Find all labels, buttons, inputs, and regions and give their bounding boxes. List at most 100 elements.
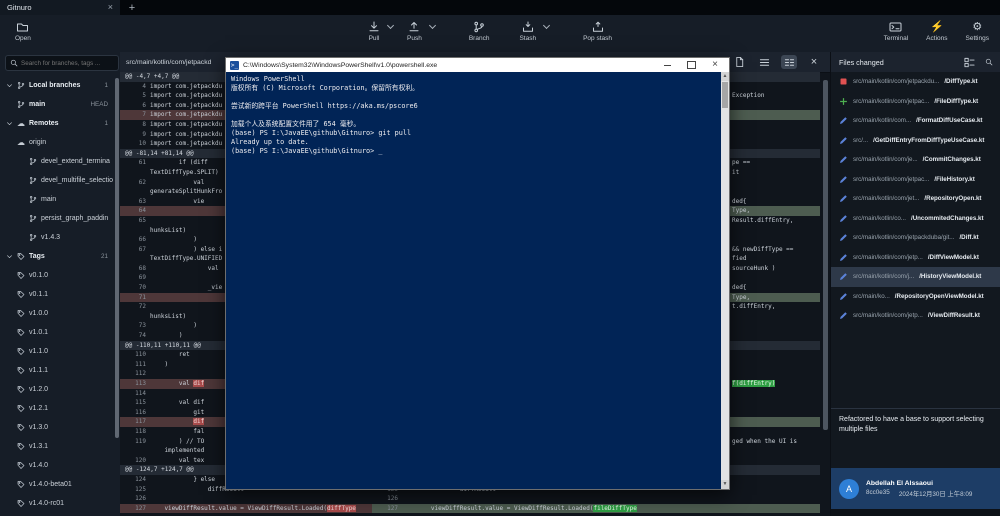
file-changed-filehistory-kt[interactable]: src/main/kotlin/com/jetpac.../FileHistor…: [831, 170, 1000, 190]
sidebar-search[interactable]: [5, 55, 119, 71]
console-line: Windows PowerShell: [231, 75, 721, 84]
toolbar-button-actions[interactable]: ⚡Actions: [923, 21, 950, 42]
dropdown-chevron-icon[interactable]: [429, 23, 436, 30]
split-view-icon[interactable]: [781, 55, 797, 69]
branch-icon: [29, 233, 37, 242]
toolbar-button-pop-stash[interactable]: Pop stash: [580, 21, 615, 42]
cloud-icon: ☁: [17, 120, 25, 128]
added-file-icon: [839, 97, 848, 106]
powershell-icon: >_: [230, 61, 239, 70]
sidebar-item-origin[interactable]: ☁origin: [0, 133, 114, 152]
chevron-down-icon[interactable]: [5, 120, 13, 127]
commit-author-row[interactable]: A Abdellah El Alssaoui 8cc0e35 2024年12月3…: [831, 468, 1000, 509]
new-tab-button[interactable]: +: [121, 0, 143, 15]
tab-close-icon[interactable]: ×: [108, 3, 113, 12]
console-line: 版权所有 (C) Microsoft Corporation。保留所有权利。: [231, 84, 721, 93]
file-changed-repositoryopen-kt[interactable]: src/main/kotlin/com/jet.../RepositoryOpe…: [831, 189, 1000, 209]
file-changed-getdiffentryfromdifftypeusecase-kt[interactable]: src/.../GetDiffEntryFromDiffTypeUseCase.…: [831, 131, 1000, 151]
sidebar-item-remotes[interactable]: ☁Remotes1: [0, 114, 114, 133]
chevron-down-icon[interactable]: [5, 82, 13, 89]
scroll-up-icon[interactable]: ▲: [721, 72, 729, 81]
pull-icon: [368, 21, 380, 33]
author-name: Abdellah El Alssaoui: [866, 480, 972, 487]
dropdown-chevron-icon[interactable]: [387, 23, 394, 30]
item-label: devel_multifile_selectio: [41, 177, 113, 184]
sidebar-item-main[interactable]: main: [0, 190, 114, 209]
powershell-title-bar[interactable]: >_ C:\Windows\System32\WindowsPowerShell…: [226, 58, 729, 72]
item-label: persist_graph_paddin: [41, 215, 108, 222]
sidebar-item-persist-graph-paddin[interactable]: persist_graph_paddin: [0, 209, 114, 228]
file-changed-diffviewmodel-kt[interactable]: src/main/kotlin/com/jetp.../DiffViewMode…: [831, 248, 1000, 268]
powershell-window[interactable]: >_ C:\Windows\System32\WindowsPowerShell…: [225, 57, 730, 490]
chevron-down-icon[interactable]: [5, 253, 13, 260]
file-changed-uncommitedchanges-kt[interactable]: src/main/kotlin/co.../UncommitedChanges.…: [831, 209, 1000, 229]
toolbar-button-stash[interactable]: Stash: [516, 21, 539, 42]
toolbar-button-terminal[interactable]: Terminal: [881, 21, 912, 42]
powershell-scrollbar[interactable]: ▲ ▼: [721, 72, 729, 489]
toolbar-button-settings[interactable]: ⚙Settings: [963, 21, 993, 42]
file-changed-formatdiffusecase-kt[interactable]: src/main/kotlin/com.../FormatDiffUseCase…: [831, 111, 1000, 131]
code-text: ) else i: [150, 245, 222, 255]
item-count: 1: [104, 120, 114, 127]
scrollbar-thumb[interactable]: [722, 82, 728, 108]
select-multiple-icon[interactable]: [964, 57, 975, 68]
sidebar-item-v0-1-1[interactable]: v0.1.1: [0, 285, 114, 304]
dropdown-chevron-icon[interactable]: [543, 23, 550, 30]
sidebar-item-devel-extend-termina[interactable]: devel_extend_termina: [0, 152, 114, 171]
close-button[interactable]: ×: [705, 58, 725, 72]
file-changed-historyviewmodel-kt[interactable]: src/main/kotlin/com/j.../HistoryViewMode…: [831, 267, 1000, 287]
diff-scrollbar[interactable]: [823, 80, 828, 430]
file-changed-diff-kt[interactable]: src/main/kotlin/com/jetpackduba/git.../D…: [831, 228, 1000, 248]
file-path: src/main/kotlin/com/jet...: [853, 195, 919, 202]
toolbar-button-push[interactable]: Push: [404, 21, 425, 42]
unified-view-icon[interactable]: [756, 55, 772, 69]
powershell-console[interactable]: Windows PowerShell版权所有 (C) Microsoft Cor…: [226, 72, 721, 489]
sidebar-item-v1-4-0-beta01[interactable]: v1.4.0-beta01: [0, 475, 114, 494]
minimize-button[interactable]: [657, 58, 677, 72]
sidebar-item-v1-2-1[interactable]: v1.2.1: [0, 399, 114, 418]
code-text: implemented: [150, 446, 204, 456]
sidebar-scrollbar[interactable]: [115, 78, 119, 438]
sidebar-item-local-branches[interactable]: Local branches1: [0, 76, 114, 95]
search-input[interactable]: [21, 60, 114, 67]
tag-icon: [17, 328, 25, 337]
sidebar-item-v1-4-3[interactable]: v1.4.3: [0, 228, 114, 247]
sidebar-item-main[interactable]: mainHEAD: [0, 95, 114, 114]
main-toolbar: Open Pull Push Branch Stash Pop stash Termin…: [0, 15, 1000, 53]
search-files-icon[interactable]: [985, 58, 993, 66]
modified-file-icon: [839, 155, 848, 164]
code-text: ): [150, 235, 197, 245]
close-diff-icon[interactable]: ×: [806, 55, 822, 69]
file-icon[interactable]: [731, 55, 747, 69]
modified-file-icon: [839, 214, 848, 223]
sidebar-item-v1-1-1[interactable]: v1.1.1: [0, 361, 114, 380]
toolbar-button-branch[interactable]: Branch: [466, 21, 493, 42]
tab-gitnuro[interactable]: Gitnuro ×: [0, 0, 121, 15]
line-number: 70: [120, 283, 150, 293]
sidebar-item-v1-0-0[interactable]: v1.0.0: [0, 304, 114, 323]
file-changed-commitchanges-kt[interactable]: src/main/kotlin/com/je.../CommitChanges.…: [831, 150, 1000, 170]
sidebar-item-devel-multifile-selectio[interactable]: devel_multifile_selectio: [0, 171, 114, 190]
tag-icon: [17, 480, 25, 489]
toolbar-button-label: Terminal: [884, 35, 909, 42]
file-changed-viewdiffresult-kt[interactable]: src/main/kotlin/com/jetp.../ViewDiffResu…: [831, 306, 1000, 326]
file-changed-repositoryopenviewmodel-kt[interactable]: src/main/ko.../RepositoryOpenViewModel.k…: [831, 287, 1000, 307]
toolbar-button-open[interactable]: Open: [12, 21, 34, 42]
code-text: generateSplitHunkFro: [150, 187, 222, 197]
sidebar-item-v1-0-1[interactable]: v1.0.1: [0, 323, 114, 342]
sidebar-item-v1-2-0[interactable]: v1.2.0: [0, 380, 114, 399]
sidebar-item-v0-1-0[interactable]: v0.1.0: [0, 266, 114, 285]
code-text: TextDiffType.UNIFIED: [150, 254, 222, 264]
sidebar-item-v1-4-0[interactable]: v1.4.0: [0, 456, 114, 475]
sidebar-item-v1-1-0[interactable]: v1.1.0: [0, 342, 114, 361]
toolbar-button-pull[interactable]: Pull: [365, 21, 383, 42]
file-changed-filedifftype-kt[interactable]: src/main/kotlin/com/jetpac.../FileDiffTy…: [831, 92, 1000, 112]
sidebar-item-v1-3-0[interactable]: v1.3.0: [0, 418, 114, 437]
scroll-down-icon[interactable]: ▼: [721, 480, 729, 489]
item-count: 21: [101, 253, 114, 260]
maximize-button[interactable]: [681, 58, 701, 72]
sidebar-item-v1-4-0-rc01[interactable]: v1.4.0-rc01: [0, 494, 114, 513]
file-changed-difftype-kt[interactable]: src/main/kotlin/com/jetpackdu.../DiffTyp…: [831, 72, 1000, 92]
sidebar-item-v1-3-1[interactable]: v1.3.1: [0, 437, 114, 456]
sidebar-item-tags[interactable]: Tags21: [0, 247, 114, 266]
